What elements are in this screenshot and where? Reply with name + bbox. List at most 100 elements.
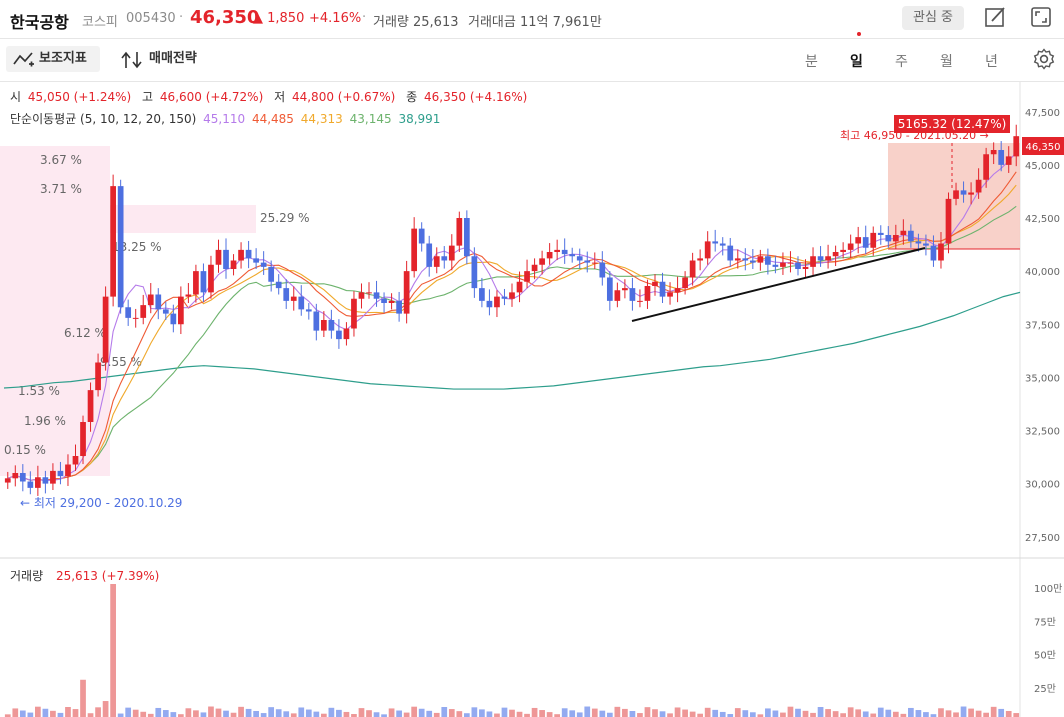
candle-body bbox=[433, 256, 440, 267]
volume-bar bbox=[975, 710, 982, 717]
profile-pct-label: 25.29 % bbox=[260, 211, 310, 225]
candle-body bbox=[900, 230, 907, 235]
volume-bar bbox=[704, 707, 711, 717]
candle-body bbox=[629, 288, 636, 301]
volume-bar bbox=[719, 711, 726, 717]
candle-body bbox=[245, 249, 252, 259]
volume-bar bbox=[42, 708, 49, 717]
volume-bar bbox=[817, 706, 824, 717]
ma5-value: 45,110 bbox=[203, 112, 246, 126]
candle-body bbox=[704, 241, 711, 259]
ma-info: 단순이동평균 (5, 10, 12, 20, 150) 45,110 44,48… bbox=[10, 110, 443, 127]
volume-bar bbox=[358, 708, 365, 717]
volume-bar bbox=[1005, 710, 1012, 717]
volume-bar bbox=[923, 712, 929, 717]
candle-body bbox=[463, 218, 470, 257]
volume-bar bbox=[87, 713, 94, 717]
volume-bar bbox=[780, 712, 786, 717]
volume-bar bbox=[606, 712, 613, 717]
profile-pct-label: 1.96 % bbox=[24, 414, 66, 428]
volume-bar bbox=[855, 709, 862, 717]
candle-body bbox=[426, 243, 433, 267]
candle-body bbox=[35, 477, 41, 488]
candle-body bbox=[795, 262, 801, 269]
volume-bar bbox=[576, 712, 583, 717]
candle-body bbox=[117, 186, 124, 308]
volume-bar bbox=[870, 713, 877, 717]
volume-bar bbox=[539, 710, 545, 717]
volume-bar bbox=[614, 706, 621, 717]
price-tick-label: 37,500 bbox=[1025, 320, 1060, 331]
volume-bar bbox=[674, 707, 681, 717]
candle-body bbox=[170, 313, 177, 325]
candle-body bbox=[494, 296, 500, 308]
volume-bar bbox=[170, 712, 177, 717]
price-tick-label: 30,000 bbox=[1025, 480, 1060, 491]
volume-bar bbox=[336, 709, 342, 717]
candle-body bbox=[328, 320, 335, 331]
candle-body bbox=[313, 311, 320, 331]
volume-bar bbox=[599, 710, 606, 717]
candle-body bbox=[177, 296, 184, 325]
candle-body bbox=[862, 237, 869, 248]
candle-body bbox=[855, 237, 862, 244]
low-label: 저 bbox=[274, 90, 286, 104]
volume-bar bbox=[343, 711, 350, 717]
volume-bar bbox=[290, 713, 297, 717]
volume-bar bbox=[125, 707, 132, 717]
volume-bar bbox=[110, 584, 116, 717]
candle-body bbox=[162, 309, 169, 314]
ma10-value: 44,485 bbox=[251, 112, 294, 126]
candle-body bbox=[320, 320, 327, 331]
volume-bar bbox=[591, 708, 598, 717]
volume-bar bbox=[998, 708, 1005, 717]
volume-bar bbox=[373, 712, 380, 717]
candle-body bbox=[411, 228, 418, 272]
candle-body bbox=[667, 292, 673, 297]
volume-value: 25,613 (+7.39%) bbox=[55, 569, 160, 583]
volume-bar bbox=[238, 706, 244, 717]
volume-bar bbox=[215, 708, 222, 717]
volume-bar bbox=[200, 712, 207, 717]
volume-bar bbox=[72, 709, 79, 717]
candle-body bbox=[110, 186, 116, 297]
volume-bar bbox=[802, 710, 809, 717]
candle-body bbox=[147, 294, 154, 306]
candle-body bbox=[1013, 136, 1020, 157]
candle-body bbox=[336, 330, 342, 340]
volume-info: 거래량 25,613 (+7.39%) bbox=[10, 567, 162, 584]
volume-bar bbox=[27, 712, 34, 717]
candle-body bbox=[193, 271, 199, 295]
candle-body bbox=[877, 232, 884, 235]
volume-bar bbox=[19, 710, 26, 717]
volume-bar bbox=[509, 709, 515, 717]
price-chart[interactable]: 47,500 45,000 42,500 40,000 37,500 35,000 32,5… bbox=[0, 0, 1064, 717]
volume-bar bbox=[825, 709, 831, 717]
candle-body bbox=[479, 288, 485, 301]
volume-bar bbox=[765, 708, 771, 717]
candle-body bbox=[953, 190, 959, 199]
volume-bar bbox=[862, 711, 869, 717]
candle-body bbox=[456, 218, 463, 246]
volume-bar bbox=[441, 706, 448, 717]
candle-body bbox=[652, 281, 658, 286]
volume-bar bbox=[117, 713, 124, 717]
candle-body bbox=[132, 317, 139, 319]
volume-bar bbox=[772, 710, 779, 717]
candle-body bbox=[584, 260, 591, 263]
high-value: 46,600 (+4.72%) bbox=[159, 90, 264, 104]
candle-body bbox=[290, 296, 297, 301]
candle-body bbox=[253, 258, 259, 263]
candle-body bbox=[373, 292, 380, 299]
open-label: 시 bbox=[10, 90, 22, 104]
candle-body bbox=[682, 277, 688, 289]
volume-bar bbox=[734, 708, 741, 717]
candle-body bbox=[418, 228, 425, 244]
candle-body bbox=[305, 309, 312, 312]
candle-body bbox=[697, 258, 704, 261]
candle-body bbox=[471, 256, 478, 289]
candle-body bbox=[260, 262, 267, 267]
volume-bar bbox=[426, 710, 433, 717]
ma12-value: 44,313 bbox=[300, 112, 343, 126]
candle-body bbox=[72, 456, 79, 465]
